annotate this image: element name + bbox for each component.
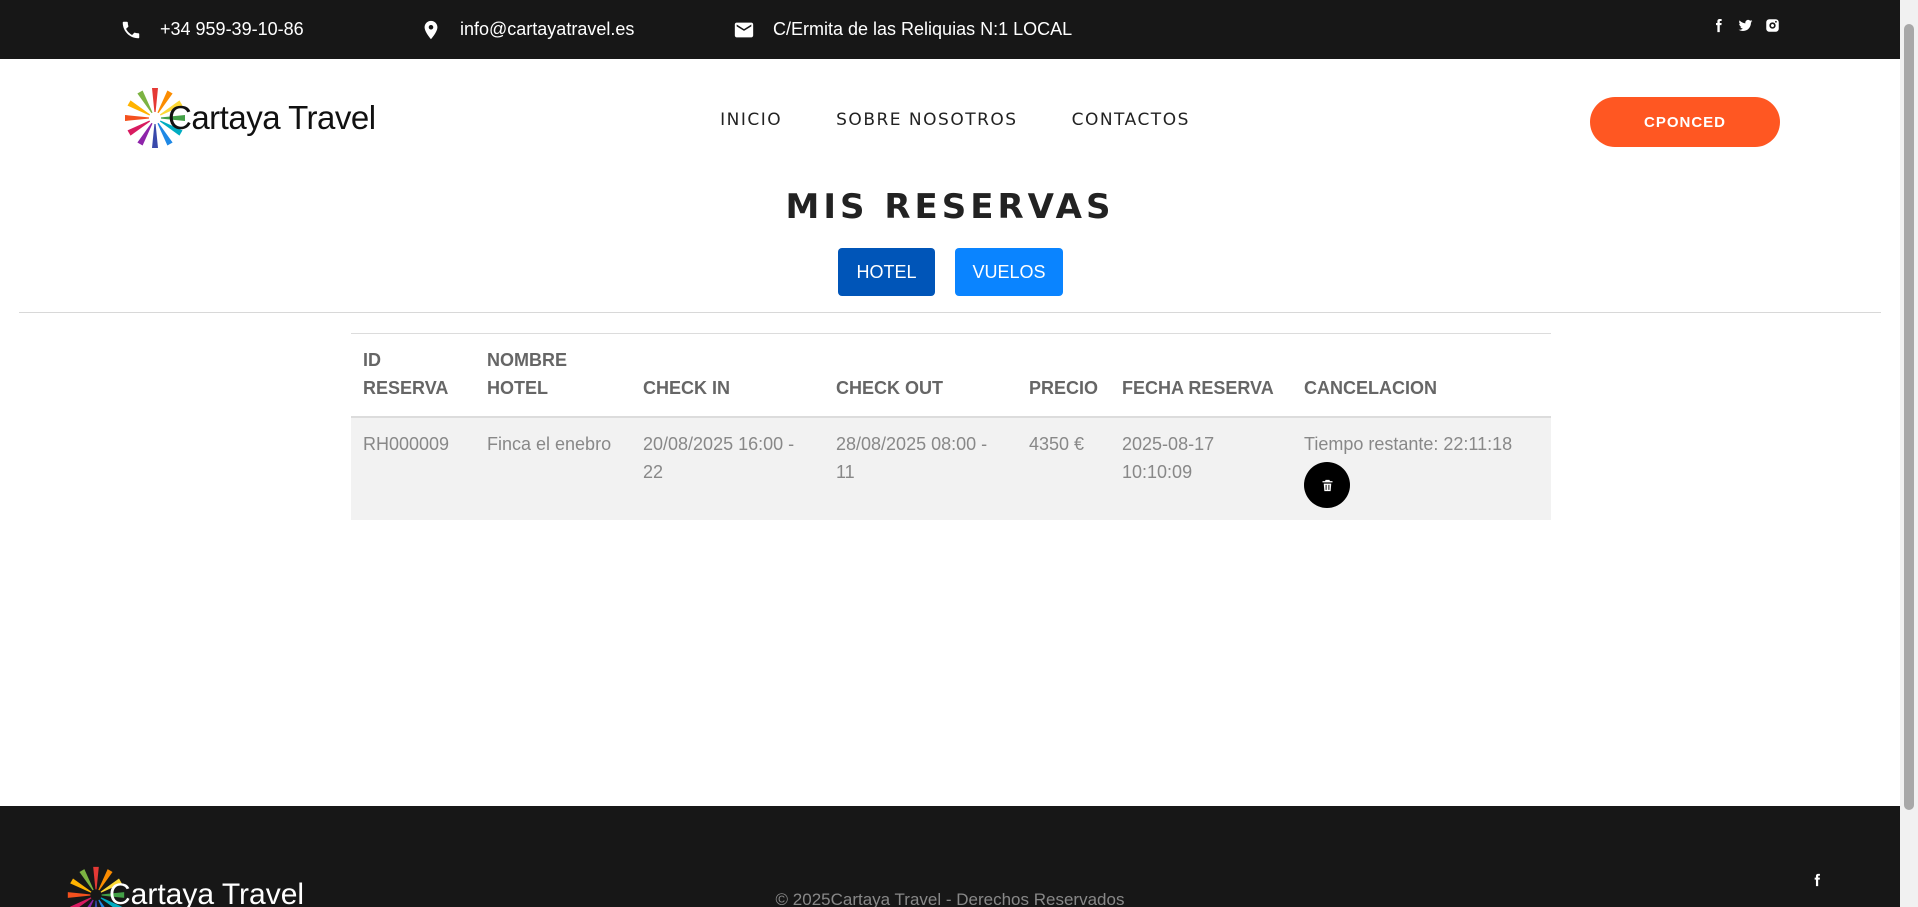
reservation-type-tabs: HOTEL VUELOS — [838, 248, 1063, 296]
facebook-icon[interactable] — [1810, 873, 1824, 887]
tab-hotel[interactable]: HOTEL — [838, 248, 935, 296]
cell-id: RH000009 — [363, 434, 450, 454]
col-check-in: CHECK IN — [643, 378, 731, 398]
reservations-table-wrap: ID RESERVA NOMBRE HOTEL CHECK IN CHECK OUT… — [351, 333, 1551, 520]
delete-reservation-button[interactable] — [1304, 462, 1351, 508]
remaining-time-text: Tiempo restante: 22:11:18 — [1304, 434, 1513, 454]
cell-hotel: Finca el enebro — [487, 434, 612, 454]
cell-check-out: 28/08/2025 08:00 - 11 — [836, 434, 988, 482]
nav-contactos[interactable]: CONTACTOS — [1072, 110, 1190, 130]
col-id-reserva: ID RESERVA — [363, 350, 449, 398]
address-contact: C/Ermita de las Reliquias N:1 LOCAL — [733, 0, 1072, 59]
reservations-table: ID RESERVA NOMBRE HOTEL CHECK IN CHECK OUT… — [351, 333, 1551, 520]
envelope-icon — [734, 22, 754, 37]
instagram-icon[interactable] — [1765, 18, 1780, 33]
twitter-icon[interactable] — [1738, 18, 1753, 33]
facebook-icon[interactable] — [1711, 18, 1726, 33]
trash-icon — [1322, 479, 1333, 491]
col-fecha-reserva: FECHA RESERVA — [1122, 378, 1274, 398]
location-pin-icon — [424, 20, 438, 39]
nav-inicio[interactable]: INICIO — [720, 110, 782, 130]
page-title: MIS RESERVAS — [785, 187, 1115, 227]
col-nombre-hotel: NOMBRE HOTEL — [487, 350, 567, 398]
nav-sobre-nosotros[interactable]: SOBRE NOSOTROS — [836, 110, 1017, 130]
email-text: info@cartayatravel.es — [460, 19, 635, 39]
page-scrollbar[interactable] — [1900, 0, 1918, 907]
phone-contact[interactable]: +34 959-39-10-86 — [120, 0, 304, 59]
site-footer: Cartaya Travel © 2025Cartaya Travel - De… — [0, 806, 1900, 907]
table-header-row: ID RESERVA NOMBRE HOTEL CHECK IN CHECK OUT… — [351, 333, 1551, 417]
cell-check-in: 20/08/2025 16:00 - 22 — [643, 434, 795, 482]
col-cancelacion: CANCELACION — [1304, 378, 1438, 398]
phone-text: +34 959-39-10-86 — [160, 19, 304, 39]
cell-precio: 4350 € — [1029, 434, 1085, 454]
phone-icon — [122, 21, 140, 38]
cell-fecha-reserva: 2025-08-17 10:10:09 — [1122, 434, 1215, 482]
scrollbar-thumb[interactable] — [1904, 24, 1914, 810]
section-divider — [19, 312, 1881, 313]
tab-vuelos[interactable]: VUELOS — [955, 248, 1063, 296]
email-contact[interactable]: info@cartayatravel.es — [420, 0, 634, 59]
user-account-button[interactable]: CPONCED — [1590, 97, 1780, 147]
col-precio: PRECIO — [1029, 378, 1099, 398]
copyright-text: © 2025Cartaya Travel - Derechos Reservad… — [775, 890, 1125, 907]
table-row: RH000009 Finca el enebro 20/08/2025 16:0… — [351, 417, 1551, 520]
footer-social — [1810, 872, 1824, 891]
cell-cancelacion: Tiempo restante: 22:11:18 — [1292, 417, 1551, 520]
social-links — [1711, 18, 1780, 33]
top-contact-bar: +34 959-39-10-86 info@cartayatravel.es C… — [0, 0, 1900, 59]
address-text: C/Ermita de las Reliquias N:1 LOCAL — [773, 19, 1073, 39]
col-check-out: CHECK OUT — [836, 378, 943, 398]
